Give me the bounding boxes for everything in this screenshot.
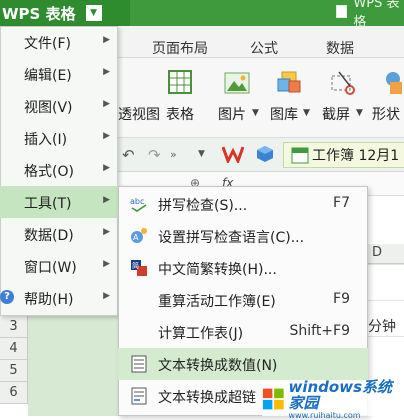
chevron-right-icon: ▶ [103,163,110,173]
shape-button[interactable]: 形状 [372,104,400,124]
table-button[interactable]: 表格 [166,104,194,124]
menu-item-chinese-convert[interactable]: 简 中文简繁转换(H)... [118,252,368,284]
watermark-subtitle: www.ruihaitu.com [289,411,404,420]
gallery-icon [276,70,302,96]
row-header-3[interactable]: 3 [0,316,28,338]
chevron-down-icon: ▼ [86,5,102,21]
picture-dropdown-icon[interactable]: ▼ [252,108,259,118]
menu-item-file[interactable]: 文件(F) ▶ [0,26,118,58]
gallery-dropdown-icon[interactable]: ▼ [303,108,310,118]
tab-workbook-label: 工作簿 12月1 [312,145,399,165]
menu-item-insert[interactable]: 插入(I) ▶ [0,122,118,154]
chevron-right-icon: ▶ [103,35,110,45]
menu-item-calc-sheet[interactable]: 计算工作表(J) Shift+F9 [118,316,368,348]
windows-logo-icon [262,386,285,412]
row-header-5[interactable]: 5 [0,360,28,382]
tab-formula[interactable]: 公式 [250,38,278,58]
menu-item-tools[interactable]: 工具(T) ▶ [0,186,118,218]
row-header-4[interactable]: 4 [0,338,28,360]
menu-item-label: 重算活动工作簿(E) [158,291,276,311]
app-menu-button[interactable]: WPS 表格 ▼ [0,0,130,26]
customize-dropdown-icon[interactable]: ▼ [198,149,205,159]
screenshot-icon [330,70,356,96]
watermark-title: windows系统家园 [289,379,404,411]
spellcheck-icon: abc [130,195,148,213]
doc-title: WPS 表格 [336,0,404,22]
cube-icon [256,145,274,163]
svg-text:简: 简 [132,261,139,270]
menu-item-spellcheck[interactable]: abc 拼写检查(S)... F7 [118,188,368,220]
screenshot-dropdown-icon[interactable]: ▼ [356,108,363,118]
chevron-right-icon: ▶ [103,227,110,237]
language-icon: A [130,227,148,245]
menu-item-data[interactable]: 数据(D) ▶ [0,218,118,250]
menu-item-help[interactable]: ? 帮助(H) ▶ [0,282,118,314]
menu-item-label: 文本转换成超链 [158,387,256,407]
picture-button[interactable]: 图片 [218,104,246,124]
undo-icon[interactable]: ↶ [122,146,135,164]
menu-item-label: 中文简繁转换(H)... [158,259,277,279]
svg-text:abc: abc [130,197,144,206]
menu-item-label: 文本转换成数值(N) [158,355,277,375]
menu-item-label: 编辑(E) [24,65,72,85]
menu-item-label: 文件(F) [24,33,71,53]
menu-item-label: 视图(V) [24,97,73,117]
menu-item-label: 窗口(W) [24,257,77,277]
wps-logo-icon [222,145,244,163]
menu-item-label: 插入(I) [24,129,67,149]
document-icon [336,5,347,18]
chevron-right-icon: ▶ [103,67,110,77]
menu-item-spell-language[interactable]: A 设置拼写检查语言(C)... [118,220,368,252]
redo-icon[interactable]: ↷ [148,146,161,164]
text-to-number-icon [130,355,148,373]
table-icon [168,70,192,94]
menu-item-view[interactable]: 视图(V) ▶ [0,90,118,122]
grid-line [366,300,404,301]
spreadsheet-icon [291,147,309,164]
menu-item-label: 拼写检查(S)... [158,195,247,215]
chevron-right-icon: ▶ [103,291,110,301]
chevron-right-icon: ▶ [103,131,110,141]
chevron-right-icon: ▶ [103,259,110,269]
chinese-convert-icon: 简 [130,259,148,277]
shortcut-text: Shift+F9 [289,323,350,339]
menu-item-label: 格式(O) [24,161,74,181]
cell-text[interactable]: 分钟 [368,316,396,336]
shortcut-text: F9 [333,291,350,307]
chevron-right-icon: ▶ [103,99,110,109]
help-icon: ? [0,290,14,304]
picture-icon [224,72,250,94]
tab-page-layout[interactable]: 页面布局 [152,38,208,58]
pivot-chart-button[interactable]: 透视图 [118,104,160,124]
menu-item-label: 工具(T) [24,193,71,213]
chevron-right-icon: ▶ [103,195,110,205]
column-d-header[interactable]: D [372,245,382,260]
gallery-button[interactable]: 图库 [270,104,298,124]
grid-line [366,264,404,265]
shortcut-text: F7 [333,195,350,211]
svg-text:A: A [133,233,139,242]
app-name: WPS 表格 [2,3,76,24]
menu-item-edit[interactable]: 编辑(E) ▶ [0,58,118,90]
screenshot-button[interactable]: 截屏 [322,104,350,124]
menu-item-label: 数据(D) [24,225,74,245]
watermark: windows系统家园 www.ruihaitu.com [262,382,404,416]
grid-line [366,336,404,337]
menu-item-label: 设置拼写检查语言(C)... [158,227,304,247]
text-to-link-icon [130,387,148,405]
menu-item-window[interactable]: 窗口(W) ▶ [0,250,118,282]
tab-data[interactable]: 数据 [326,38,354,58]
menu-item-text-to-number[interactable]: 文本转换成数值(N) [118,348,368,380]
menu-item-format[interactable]: 格式(O) ▶ [0,154,118,186]
menu-item-label: 帮助(H) [24,289,73,309]
tab-workbook[interactable]: 工作簿 12月1 [283,142,404,168]
menu-item-recalc-workbook[interactable]: 重算活动工作簿(E) F9 [118,284,368,316]
row-header-6[interactable]: 6 [0,382,28,404]
menu-item-label: 计算工作表(J) [158,323,243,343]
shape-icon [384,70,404,96]
more-icon[interactable]: » [170,148,177,161]
